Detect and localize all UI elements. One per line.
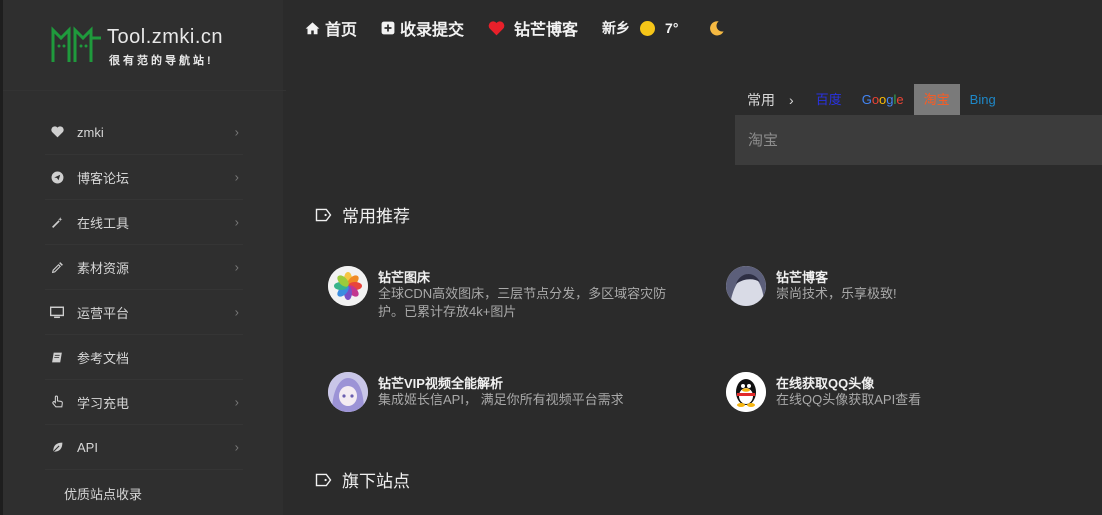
chevron-right-icon: › (234, 439, 239, 455)
tag-icon (315, 208, 332, 222)
submit-label: 收录提交 (400, 22, 465, 39)
site-logo[interactable]: Tool.zmki.cn 很有范的导航站! (51, 22, 251, 67)
site-card[interactable]: 钻芒博客 崇尚技术，乐享极致! (726, 266, 1066, 314)
weather-city: 新乡 (602, 20, 631, 36)
card-title: 钻芒图床 (378, 270, 431, 285)
site-card[interactable]: 钻芒图床 全球CDN高效图床，三层节点分发，多区域容灾防护。已累计存放4k+图片 (328, 266, 668, 319)
logo-subtitle: 很有范的导航站! (109, 55, 214, 67)
qq-penguin-icon (726, 372, 766, 412)
photos-app-icon (328, 266, 368, 306)
blog-link[interactable]: 钻芒博客 (488, 16, 578, 40)
anime-avatar-icon (726, 266, 766, 306)
sidebar-item-api[interactable]: API › (45, 425, 243, 470)
home-icon (305, 21, 320, 35)
weather-widget[interactable]: 新乡 7° (602, 18, 678, 38)
leaf-icon (49, 439, 65, 455)
tab-taobao[interactable]: 淘宝 (913, 84, 960, 115)
chevron-right-icon: › (234, 124, 239, 140)
blog-label: 钻芒博客 (514, 22, 579, 39)
monitor-icon (49, 304, 65, 320)
search-group-label[interactable]: 常用 (747, 90, 775, 110)
sidebar-item-label: 运营平台 (77, 305, 130, 321)
home-link[interactable]: 首页 (305, 16, 357, 40)
card-description: 崇尚技术，乐享极致! (776, 286, 897, 301)
sidebar-nav: zmki › 博客论坛 › 在线工具 › 素材资源 › 运营平台 › 参考文档 … (45, 110, 243, 470)
site-card[interactable]: 钻芒VIP视频全能解析 集成姬长信API， 满足你所有视频平台需求 (328, 372, 668, 420)
sidebar-item-label: 学习充电 (77, 395, 130, 411)
book-icon (49, 349, 65, 365)
sidebar-item-label: API (77, 439, 98, 455)
sidebar-item-label: 博客论坛 (77, 170, 130, 186)
plus-square-icon (381, 21, 395, 35)
section-title-text: 旗下站点 (342, 472, 410, 491)
sidebar-item-operations[interactable]: 运营平台 › (45, 290, 243, 335)
section-title-our-sites: 旗下站点 (315, 467, 410, 492)
sidebar-item-label: 参考文档 (77, 350, 130, 366)
tag-icon (315, 473, 332, 487)
weather-temp: 7° (665, 20, 679, 36)
card-description: 全球CDN高效图床，三层节点分发，多区域容灾防护。已累计存放4k+图片 (378, 286, 667, 319)
card-description: 集成姬长信API， 满足你所有视频平台需求 (378, 392, 624, 407)
site-card[interactable]: 在线获取QQ头像 在线QQ头像获取API查看 (726, 372, 1066, 420)
sidebar-item-zmki[interactable]: zmki › (45, 110, 243, 155)
card-title: 钻芒VIP视频全能解析 (378, 376, 503, 391)
chevron-right-icon: › (234, 214, 239, 230)
cat-logo-icon (51, 26, 101, 62)
logo-title: Tool.zmki.cn (107, 26, 224, 48)
sidebar-item-label: 素材资源 (77, 260, 130, 276)
chevron-right-icon: › (234, 259, 239, 275)
divider (3, 90, 286, 91)
card-title: 钻芒博客 (776, 270, 829, 285)
sidebar-item-docs[interactable]: 参考文档 (45, 335, 243, 380)
chevron-right-icon: › (234, 304, 239, 320)
magic-wand-icon (49, 214, 65, 230)
chevron-right-icon: › (234, 394, 239, 410)
card-title: 在线获取QQ头像 (776, 376, 875, 391)
search-input[interactable] (735, 115, 1102, 165)
heart-icon (49, 124, 65, 140)
search-engine-tabs: 常用 › 百度 Google 淘宝 Bing (735, 84, 1006, 115)
moon-icon[interactable] (708, 20, 725, 37)
section-title-text: 常用推荐 (342, 207, 410, 226)
tab-baidu[interactable]: 百度 (806, 84, 852, 115)
hand-pointer-icon (49, 394, 65, 410)
heart-icon (488, 20, 505, 36)
sun-icon (640, 20, 656, 36)
chevron-right-icon: › (234, 169, 239, 185)
sidebar-item-learning[interactable]: 学习充电 › (45, 380, 243, 425)
telegram-icon (49, 169, 65, 185)
top-nav: 首页 收录提交 钻芒博客 新乡 7° (305, 16, 725, 40)
submit-link[interactable]: 收录提交 (381, 16, 464, 40)
home-label: 首页 (325, 22, 358, 39)
section-title-recommended: 常用推荐 (315, 202, 410, 227)
anime-girl-avatar-icon (328, 372, 368, 412)
sidebar-item-label: zmki (77, 124, 104, 140)
sidebar-item-quality-sites[interactable]: 优质站点收录 (64, 484, 142, 503)
sidebar-item-blog-forum[interactable]: 博客论坛 › (45, 155, 243, 200)
sidebar-item-label: 在线工具 (77, 215, 130, 231)
sidebar-item-online-tools[interactable]: 在线工具 › (45, 200, 243, 245)
sidebar: Tool.zmki.cn 很有范的导航站! zmki › 博客论坛 › 在线工具… (0, 0, 286, 515)
tab-google[interactable]: Google (852, 84, 914, 115)
tab-bing[interactable]: Bing (960, 84, 1006, 115)
chevron-right-icon: › (789, 91, 794, 108)
eyedropper-icon (49, 259, 65, 275)
card-description: 在线QQ头像获取API查看 (776, 392, 922, 407)
sidebar-item-assets[interactable]: 素材资源 › (45, 245, 243, 290)
